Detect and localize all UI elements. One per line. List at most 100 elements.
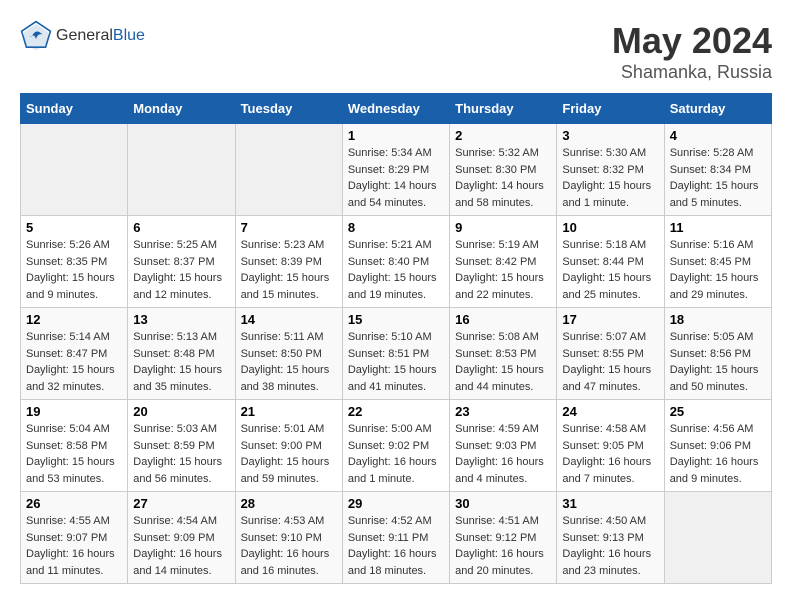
- calendar-cell: 13 Sunrise: 5:13 AMSunset: 8:48 PMDaylig…: [128, 308, 235, 400]
- day-number: 27: [133, 496, 229, 511]
- calendar-cell: 5 Sunrise: 5:26 AMSunset: 8:35 PMDayligh…: [21, 216, 128, 308]
- day-info: Sunrise: 4:55 AMSunset: 9:07 PMDaylight:…: [26, 513, 122, 579]
- day-number: 19: [26, 404, 122, 419]
- day-number: 12: [26, 312, 122, 327]
- day-number: 16: [455, 312, 551, 327]
- header-day-friday: Friday: [557, 94, 664, 124]
- day-info: Sunrise: 4:50 AMSunset: 9:13 PMDaylight:…: [562, 513, 658, 579]
- header: GeneralBlue May 2024 Shamanka, Russia: [20, 20, 772, 83]
- day-number: 4: [670, 128, 766, 143]
- calendar-cell: 10 Sunrise: 5:18 AMSunset: 8:44 PMDaylig…: [557, 216, 664, 308]
- calendar-cell: 27 Sunrise: 4:54 AMSunset: 9:09 PMDaylig…: [128, 492, 235, 584]
- day-number: 2: [455, 128, 551, 143]
- day-info: Sunrise: 5:23 AMSunset: 8:39 PMDaylight:…: [241, 237, 337, 303]
- day-number: 7: [241, 220, 337, 235]
- day-info: Sunrise: 4:52 AMSunset: 9:11 PMDaylight:…: [348, 513, 444, 579]
- calendar-cell: 17 Sunrise: 5:07 AMSunset: 8:55 PMDaylig…: [557, 308, 664, 400]
- day-number: 15: [348, 312, 444, 327]
- day-info: Sunrise: 4:54 AMSunset: 9:09 PMDaylight:…: [133, 513, 229, 579]
- day-info: Sunrise: 5:01 AMSunset: 9:00 PMDaylight:…: [241, 421, 337, 487]
- calendar-cell: 24 Sunrise: 4:58 AMSunset: 9:05 PMDaylig…: [557, 400, 664, 492]
- day-number: 11: [670, 220, 766, 235]
- day-info: Sunrise: 5:18 AMSunset: 8:44 PMDaylight:…: [562, 237, 658, 303]
- calendar-body: 1 Sunrise: 5:34 AMSunset: 8:29 PMDayligh…: [21, 124, 772, 584]
- calendar-cell: 21 Sunrise: 5:01 AMSunset: 9:00 PMDaylig…: [235, 400, 342, 492]
- day-info: Sunrise: 5:03 AMSunset: 8:59 PMDaylight:…: [133, 421, 229, 487]
- calendar-cell: 25 Sunrise: 4:56 AMSunset: 9:06 PMDaylig…: [664, 400, 771, 492]
- day-number: 9: [455, 220, 551, 235]
- calendar-subtitle: Shamanka, Russia: [612, 62, 772, 83]
- calendar-cell: 26 Sunrise: 4:55 AMSunset: 9:07 PMDaylig…: [21, 492, 128, 584]
- calendar-cell: 14 Sunrise: 5:11 AMSunset: 8:50 PMDaylig…: [235, 308, 342, 400]
- day-info: Sunrise: 5:16 AMSunset: 8:45 PMDaylight:…: [670, 237, 766, 303]
- week-row-4: 26 Sunrise: 4:55 AMSunset: 9:07 PMDaylig…: [21, 492, 772, 584]
- day-number: 24: [562, 404, 658, 419]
- day-number: 21: [241, 404, 337, 419]
- week-row-2: 12 Sunrise: 5:14 AMSunset: 8:47 PMDaylig…: [21, 308, 772, 400]
- day-info: Sunrise: 5:07 AMSunset: 8:55 PMDaylight:…: [562, 329, 658, 395]
- header-day-thursday: Thursday: [450, 94, 557, 124]
- day-info: Sunrise: 5:19 AMSunset: 8:42 PMDaylight:…: [455, 237, 551, 303]
- header-day-sunday: Sunday: [21, 94, 128, 124]
- calendar-cell: [128, 124, 235, 216]
- calendar-cell: 3 Sunrise: 5:30 AMSunset: 8:32 PMDayligh…: [557, 124, 664, 216]
- calendar-cell: 22 Sunrise: 5:00 AMSunset: 9:02 PMDaylig…: [342, 400, 449, 492]
- calendar-cell: 29 Sunrise: 4:52 AMSunset: 9:11 PMDaylig…: [342, 492, 449, 584]
- calendar-cell: 7 Sunrise: 5:23 AMSunset: 8:39 PMDayligh…: [235, 216, 342, 308]
- day-info: Sunrise: 5:21 AMSunset: 8:40 PMDaylight:…: [348, 237, 444, 303]
- day-number: 28: [241, 496, 337, 511]
- week-row-1: 5 Sunrise: 5:26 AMSunset: 8:35 PMDayligh…: [21, 216, 772, 308]
- calendar-cell: 16 Sunrise: 5:08 AMSunset: 8:53 PMDaylig…: [450, 308, 557, 400]
- header-day-tuesday: Tuesday: [235, 94, 342, 124]
- calendar-cell: [235, 124, 342, 216]
- calendar-cell: 1 Sunrise: 5:34 AMSunset: 8:29 PMDayligh…: [342, 124, 449, 216]
- calendar-header: SundayMondayTuesdayWednesdayThursdayFrid…: [21, 94, 772, 124]
- calendar-cell: 4 Sunrise: 5:28 AMSunset: 8:34 PMDayligh…: [664, 124, 771, 216]
- day-number: 18: [670, 312, 766, 327]
- calendar-cell: 9 Sunrise: 5:19 AMSunset: 8:42 PMDayligh…: [450, 216, 557, 308]
- calendar-cell: [21, 124, 128, 216]
- day-info: Sunrise: 5:30 AMSunset: 8:32 PMDaylight:…: [562, 145, 658, 211]
- logo-text: GeneralBlue: [56, 27, 145, 45]
- week-row-0: 1 Sunrise: 5:34 AMSunset: 8:29 PMDayligh…: [21, 124, 772, 216]
- day-info: Sunrise: 5:10 AMSunset: 8:51 PMDaylight:…: [348, 329, 444, 395]
- day-number: 25: [670, 404, 766, 419]
- calendar-cell: 31 Sunrise: 4:50 AMSunset: 9:13 PMDaylig…: [557, 492, 664, 584]
- day-info: Sunrise: 4:53 AMSunset: 9:10 PMDaylight:…: [241, 513, 337, 579]
- day-info: Sunrise: 5:08 AMSunset: 8:53 PMDaylight:…: [455, 329, 551, 395]
- day-info: Sunrise: 5:04 AMSunset: 8:58 PMDaylight:…: [26, 421, 122, 487]
- header-day-saturday: Saturday: [664, 94, 771, 124]
- day-number: 26: [26, 496, 122, 511]
- day-number: 3: [562, 128, 658, 143]
- calendar-title: May 2024: [612, 20, 772, 62]
- day-info: Sunrise: 4:59 AMSunset: 9:03 PMDaylight:…: [455, 421, 551, 487]
- calendar-cell: 30 Sunrise: 4:51 AMSunset: 9:12 PMDaylig…: [450, 492, 557, 584]
- day-info: Sunrise: 5:26 AMSunset: 8:35 PMDaylight:…: [26, 237, 122, 303]
- calendar-cell: 28 Sunrise: 4:53 AMSunset: 9:10 PMDaylig…: [235, 492, 342, 584]
- day-info: Sunrise: 5:14 AMSunset: 8:47 PMDaylight:…: [26, 329, 122, 395]
- calendar-cell: 19 Sunrise: 5:04 AMSunset: 8:58 PMDaylig…: [21, 400, 128, 492]
- calendar-cell: 18 Sunrise: 5:05 AMSunset: 8:56 PMDaylig…: [664, 308, 771, 400]
- day-info: Sunrise: 5:28 AMSunset: 8:34 PMDaylight:…: [670, 145, 766, 211]
- day-info: Sunrise: 5:05 AMSunset: 8:56 PMDaylight:…: [670, 329, 766, 395]
- calendar-cell: 23 Sunrise: 4:59 AMSunset: 9:03 PMDaylig…: [450, 400, 557, 492]
- day-number: 31: [562, 496, 658, 511]
- calendar-cell: [664, 492, 771, 584]
- header-day-wednesday: Wednesday: [342, 94, 449, 124]
- day-info: Sunrise: 5:34 AMSunset: 8:29 PMDaylight:…: [348, 145, 444, 211]
- day-number: 20: [133, 404, 229, 419]
- day-info: Sunrise: 5:32 AMSunset: 8:30 PMDaylight:…: [455, 145, 551, 211]
- day-number: 8: [348, 220, 444, 235]
- day-number: 17: [562, 312, 658, 327]
- header-row: SundayMondayTuesdayWednesdayThursdayFrid…: [21, 94, 772, 124]
- day-number: 5: [26, 220, 122, 235]
- calendar-cell: 6 Sunrise: 5:25 AMSunset: 8:37 PMDayligh…: [128, 216, 235, 308]
- calendar-cell: 8 Sunrise: 5:21 AMSunset: 8:40 PMDayligh…: [342, 216, 449, 308]
- calendar-cell: 2 Sunrise: 5:32 AMSunset: 8:30 PMDayligh…: [450, 124, 557, 216]
- logo-blue: Blue: [113, 27, 145, 44]
- day-number: 6: [133, 220, 229, 235]
- day-number: 1: [348, 128, 444, 143]
- day-info: Sunrise: 5:11 AMSunset: 8:50 PMDaylight:…: [241, 329, 337, 395]
- day-number: 22: [348, 404, 444, 419]
- calendar-cell: 15 Sunrise: 5:10 AMSunset: 8:51 PMDaylig…: [342, 308, 449, 400]
